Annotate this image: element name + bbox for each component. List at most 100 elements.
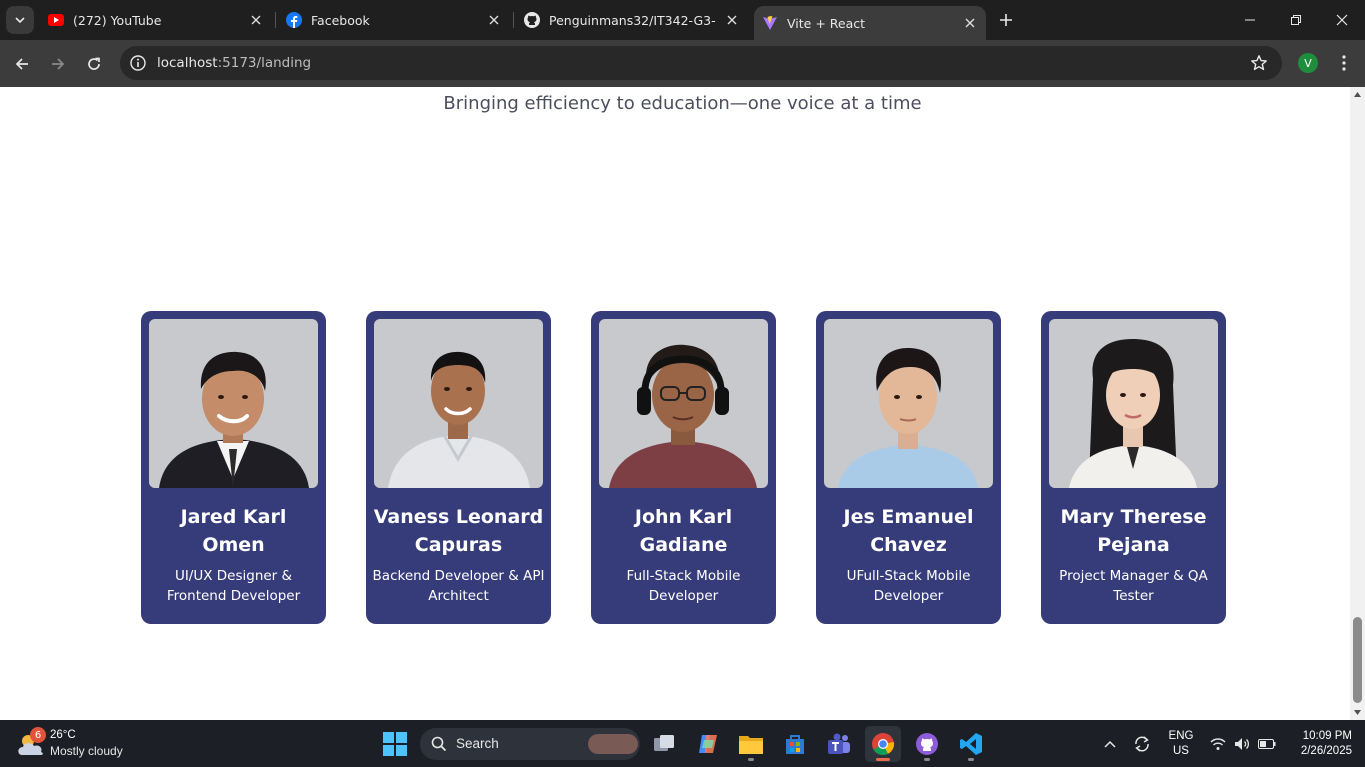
- chevron-down-icon: [15, 17, 25, 24]
- windows-logo-icon: [383, 732, 407, 756]
- show-hidden-icons-button[interactable]: [1098, 720, 1122, 767]
- team-member-role: UI/UX Designer & Frontend Developer: [166, 568, 301, 604]
- microsoft-store-button[interactable]: [777, 726, 813, 762]
- plus-icon: [1000, 14, 1012, 26]
- battery-icon: [1258, 738, 1276, 749]
- tab-title: Facebook: [311, 12, 370, 28]
- copilot-icon: [699, 735, 717, 753]
- speaker-icon: [1235, 737, 1250, 750]
- team-member-role: Backend Developer & API Architect: [372, 568, 545, 604]
- forward-button[interactable]: [44, 50, 72, 78]
- scroll-thumb[interactable]: [1353, 617, 1362, 703]
- close-tab-icon[interactable]: [724, 12, 740, 28]
- sync-tray-button[interactable]: [1130, 720, 1154, 767]
- vscode-button[interactable]: [953, 726, 989, 762]
- tab-github[interactable]: Penguinmans32/IT342-G3-Neig: [516, 0, 748, 40]
- running-indicator: [748, 758, 754, 761]
- tab-vite-react[interactable]: Vite + React: [754, 6, 986, 40]
- browser-toolbar: localhost:5173/landing V: [0, 40, 1365, 87]
- tab-bar: (272) YouTube Facebook Penguinmans32/IT3…: [0, 0, 1365, 40]
- team-card: Jared Karl Omen UI/UX Designer & Fronten…: [141, 311, 326, 624]
- team-card: Jes Emanuel Chavez UFull-Stack Mobile De…: [816, 311, 1001, 624]
- site-info-icon[interactable]: [129, 54, 147, 72]
- search-label: Search: [456, 736, 499, 751]
- vscode-icon: [960, 733, 982, 755]
- team-member-name: Jared Karl Omen: [180, 506, 287, 556]
- folder-icon: [739, 736, 763, 754]
- scroll-down-arrow-icon[interactable]: [1353, 708, 1362, 717]
- team-section: Jared Karl Omen UI/UX Designer & Fronten…: [141, 311, 1231, 625]
- back-button[interactable]: [8, 50, 36, 78]
- url-host: localhost: [157, 55, 218, 71]
- close-window-button[interactable]: [1319, 0, 1365, 40]
- language-code: ENG: [1168, 730, 1194, 742]
- tab-search-button[interactable]: [6, 6, 34, 34]
- wifi-icon: [1210, 737, 1226, 750]
- reload-button[interactable]: [80, 50, 108, 78]
- team-member-name: John Karl Gadiane: [634, 506, 733, 556]
- github-desktop-icon: [916, 733, 938, 755]
- file-explorer-button[interactable]: [733, 726, 769, 762]
- teams-icon: [828, 733, 850, 754]
- running-indicator: [876, 758, 890, 761]
- weather-temp: 26°C: [50, 729, 76, 741]
- team-member-role: UFull-Stack Mobile Developer: [846, 568, 971, 604]
- url-path: :5173/landing: [217, 55, 312, 71]
- browser-menu-button[interactable]: [1334, 53, 1354, 73]
- arrow-left-icon: [15, 58, 28, 70]
- copilot-button[interactable]: [690, 726, 726, 762]
- search-highlight-image: [588, 734, 638, 754]
- page-scrollbar[interactable]: [1350, 87, 1365, 720]
- minimize-icon: [1245, 19, 1255, 21]
- close-tab-icon[interactable]: [962, 15, 978, 31]
- task-view-icon: [654, 735, 674, 751]
- github-icon: [524, 12, 540, 28]
- weather-widget[interactable]: 6 26°C Mostly cloudy: [16, 727, 156, 761]
- task-view-button[interactable]: [646, 726, 682, 762]
- volume-tray-icon-wrap[interactable]: [1232, 720, 1252, 767]
- windows-taskbar: 6 26°C Mostly cloudy Search ENG US 10:09…: [0, 720, 1365, 767]
- chrome-button[interactable]: [865, 726, 901, 762]
- chrome-icon: [872, 733, 895, 755]
- team-member-name: Vaness Leonard Capuras: [373, 506, 544, 556]
- url-text[interactable]: localhost:5173/landing: [157, 55, 311, 71]
- profile-avatar[interactable]: V: [1298, 53, 1318, 73]
- chevron-up-icon: [1104, 740, 1116, 748]
- close-tab-icon[interactable]: [248, 12, 264, 28]
- page-tagline: Bringing efficiency to education—one voi…: [443, 93, 922, 114]
- bookmark-star-icon[interactable]: [1250, 54, 1268, 72]
- taskbar-search[interactable]: Search: [420, 728, 640, 760]
- team-member-photo: [824, 319, 993, 488]
- team-card: John Karl Gadiane Full-Stack Mobile Deve…: [591, 311, 776, 624]
- new-tab-button[interactable]: [994, 8, 1018, 32]
- address-bar[interactable]: localhost:5173/landing: [120, 46, 1282, 80]
- scroll-up-arrow-icon[interactable]: [1353, 90, 1362, 99]
- youtube-icon: [48, 12, 64, 28]
- team-member-photo: [374, 319, 543, 488]
- start-button[interactable]: [377, 726, 413, 762]
- running-indicator: [924, 758, 930, 761]
- store-icon: [786, 735, 804, 754]
- team-member-photo: [149, 319, 318, 488]
- team-member-name: Mary Therese Pejana: [1060, 506, 1207, 556]
- close-icon: [1336, 14, 1348, 26]
- sync-icon: [1135, 735, 1149, 752]
- teams-button[interactable]: [821, 726, 857, 762]
- minimize-button[interactable]: [1227, 0, 1273, 40]
- team-member-role: Project Manager & QA Tester: [1059, 568, 1208, 604]
- weather-badge: 6: [30, 727, 46, 743]
- tab-facebook[interactable]: Facebook: [278, 0, 510, 40]
- restore-button[interactable]: [1273, 0, 1319, 40]
- close-tab-icon[interactable]: [486, 12, 502, 28]
- region-code: US: [1173, 745, 1189, 757]
- github-desktop-button[interactable]: [909, 726, 945, 762]
- more-vertical-icon: [1342, 55, 1346, 71]
- battery-tray-icon-wrap[interactable]: [1256, 720, 1278, 767]
- input-language-indicator[interactable]: ENG US: [1166, 729, 1196, 759]
- tab-title: (272) YouTube: [73, 12, 162, 28]
- page-viewport: Bringing efficiency to education—one voi…: [0, 87, 1350, 720]
- wifi-tray-icon-wrap[interactable]: [1208, 720, 1228, 767]
- tab-separator: [275, 12, 276, 28]
- system-clock[interactable]: 10:09 PM 2/26/2025: [1286, 729, 1352, 759]
- tab-youtube[interactable]: (272) YouTube: [40, 0, 272, 40]
